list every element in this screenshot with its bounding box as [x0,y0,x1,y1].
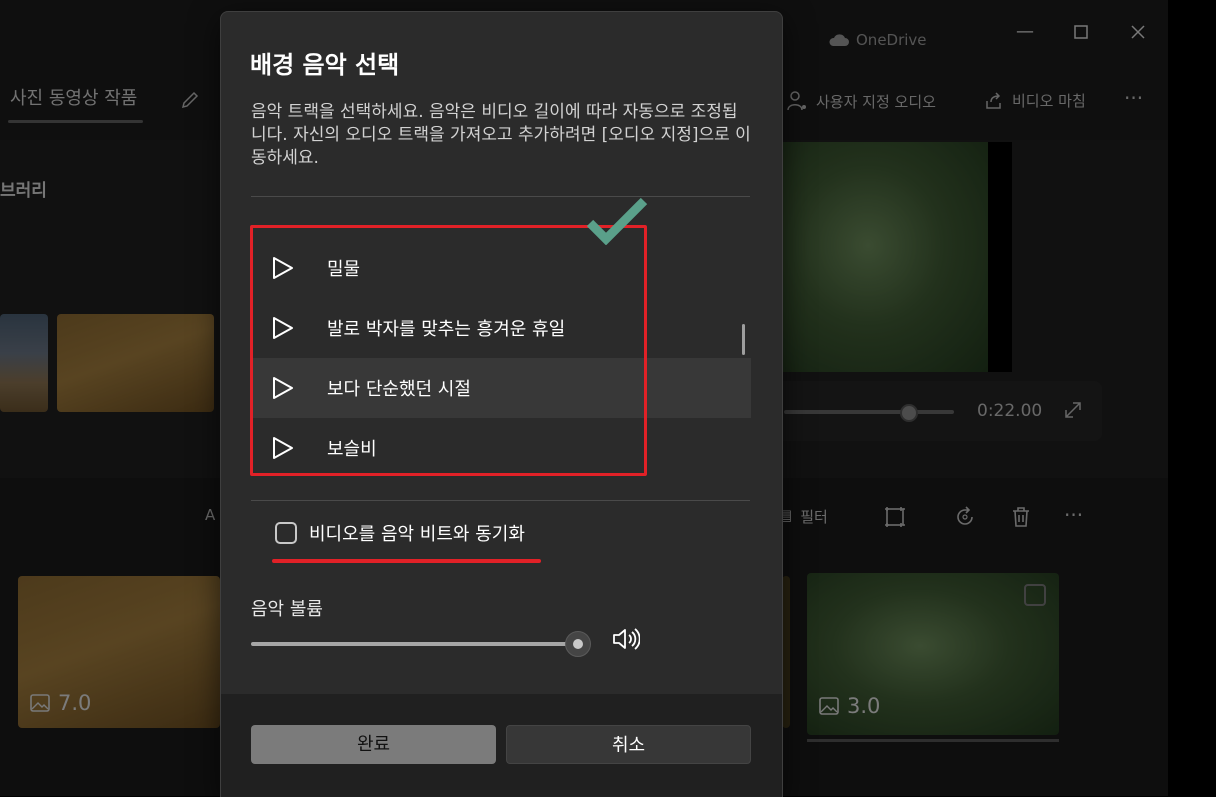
divider-middle [251,500,750,501]
dialog-description: 음악 트랙을 선택하세요. 음악은 비디오 길이에 따라 자동으로 조정됩니다.… [251,102,751,168]
sync-beat-label: 비디오를 음악 비트와 동기화 [309,524,525,545]
dialog-footer: 완료 취소 [221,694,782,797]
track-list-scrollbar[interactable] [742,324,745,355]
volume-slider-track[interactable] [251,642,571,646]
dialog-title: 배경 음악 선택 [250,51,400,79]
annotation-highlight-box [250,225,647,476]
volume-label: 음악 볼륨 [251,599,323,620]
sync-beat-option[interactable]: 비디오를 음악 비트와 동기화 [275,520,525,546]
volume-slider-thumb[interactable] [565,631,591,657]
divider-top [251,196,750,197]
cancel-button[interactable]: 취소 [506,725,751,764]
check-mark-icon [586,197,648,245]
annotation-underline [272,559,541,563]
done-button[interactable]: 완료 [251,725,496,764]
speaker-icon[interactable] [612,626,640,652]
sync-beat-checkbox[interactable] [275,522,297,544]
background-music-dialog: 배경 음악 선택 음악 트랙을 선택하세요. 음악은 비디오 길이에 따라 자동… [220,11,783,797]
